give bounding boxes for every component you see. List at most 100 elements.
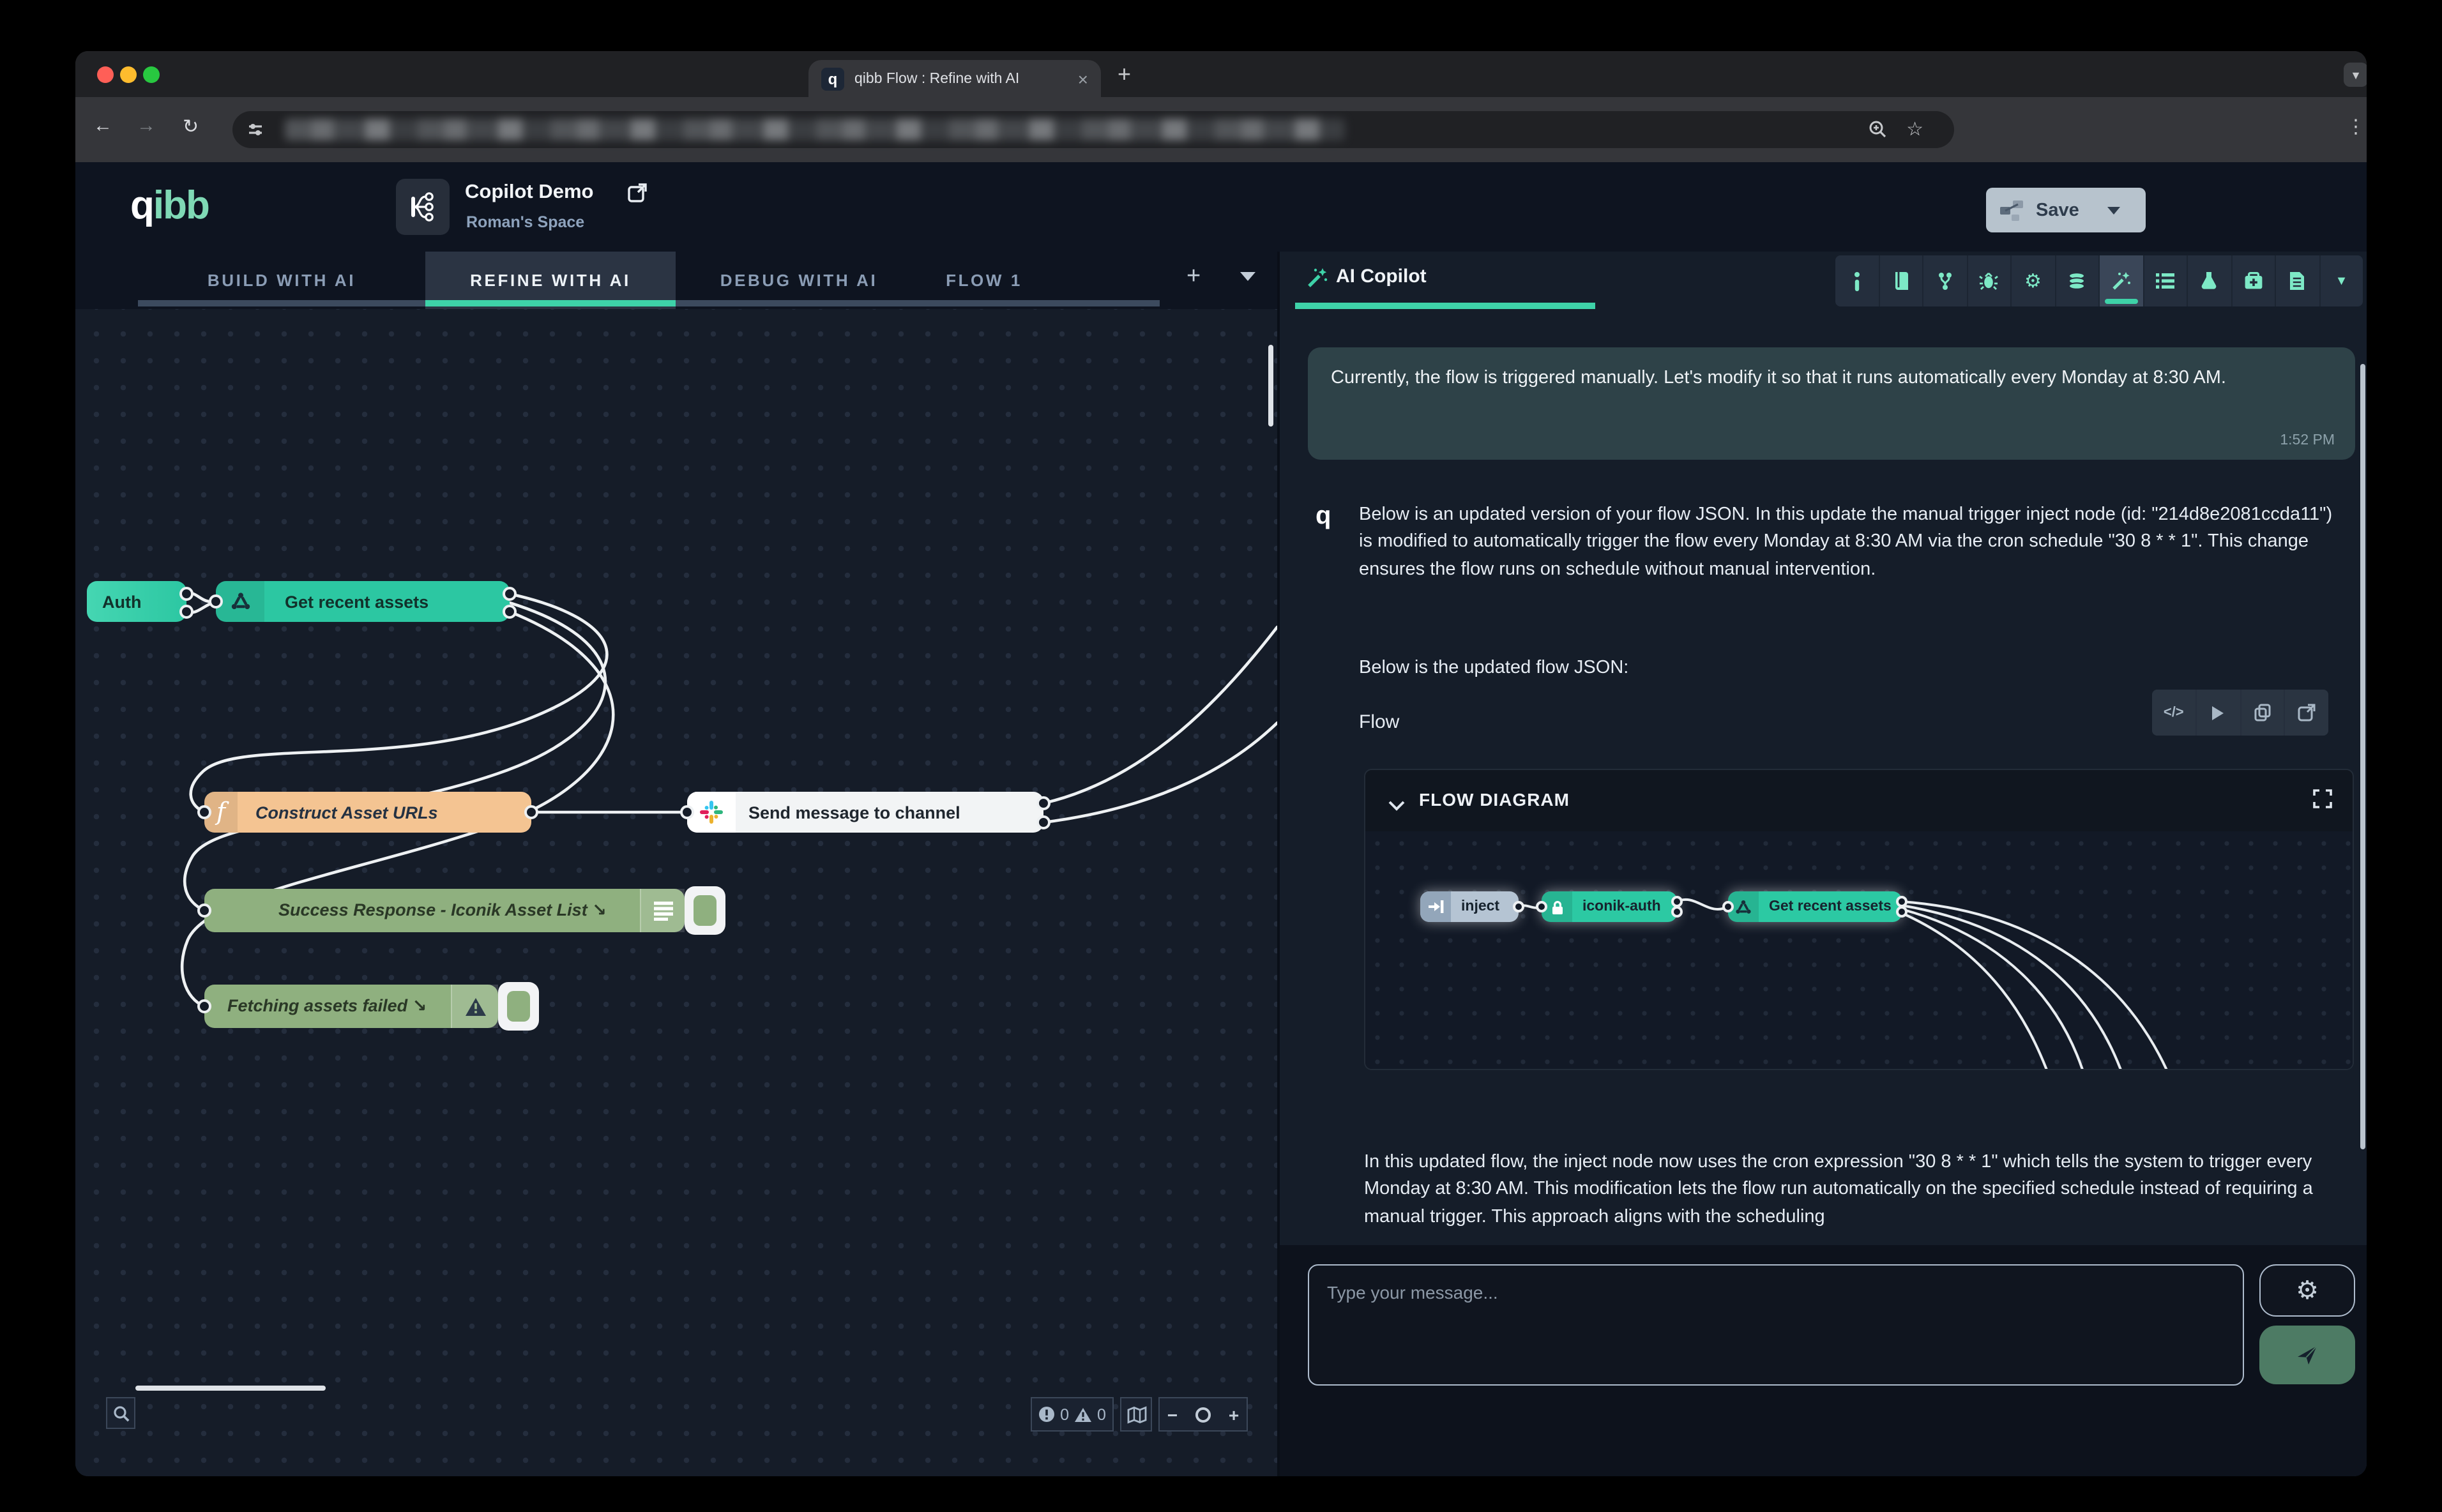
tab-title: qibb Flow : Refine with AI [854, 71, 1078, 86]
send-message-button[interactable] [2259, 1326, 2355, 1384]
browser-tab[interactable]: q qibb Flow : Refine with AI × [808, 60, 1101, 97]
tab-list-caret-icon[interactable] [1240, 272, 1255, 281]
list-icon [640, 889, 685, 932]
save-button[interactable]: Save [1986, 188, 2146, 232]
canvas-vertical-scrollbar[interactable] [1268, 345, 1273, 427]
new-tab-button[interactable]: + [1118, 61, 1131, 88]
tab-debug-with-ai[interactable]: DEBUG WITH AI [676, 252, 922, 309]
copy-button[interactable] [2241, 690, 2284, 736]
zoom-page-icon[interactable] [1867, 118, 1888, 140]
node-send-message-to-channel[interactable]: Send message to channel [687, 792, 1043, 833]
zoom-reset-button[interactable] [1190, 1407, 1216, 1422]
node-get-recent-assets[interactable]: Get recent assets [216, 581, 510, 622]
collapse-chevron-icon[interactable] [1388, 794, 1405, 817]
back-button[interactable]: ← [93, 115, 112, 137]
forward-button[interactable]: → [137, 115, 156, 137]
node-auth[interactable]: Auth [87, 581, 186, 622]
port[interactable] [1036, 815, 1050, 829]
open-flow-external-icon[interactable] [627, 183, 648, 209]
port[interactable] [209, 594, 223, 609]
diagram-node-inject[interactable]: inject [1420, 891, 1519, 922]
zoom-in-button[interactable]: + [1221, 1404, 1247, 1425]
map-icon [1126, 1405, 1146, 1423]
add-tab-button[interactable]: + [1187, 263, 1201, 291]
versions-tool-button[interactable] [1923, 255, 1966, 306]
qibb-logo[interactable]: qibb [130, 183, 209, 229]
zoom-window-button[interactable] [143, 66, 160, 83]
port[interactable] [680, 805, 694, 819]
error-warning-counts[interactable]: 0 0 [1031, 1397, 1114, 1432]
tab-build-with-ai[interactable]: BUILD WITH AI [138, 252, 425, 309]
ai-copilot-tool-button[interactable] [2100, 255, 2142, 306]
tune-icon[interactable] [248, 121, 264, 138]
open-external-button[interactable] [2286, 690, 2329, 736]
minimize-window-button[interactable] [120, 66, 137, 83]
play-icon [2211, 704, 2225, 721]
open-external-icon [2298, 704, 2316, 722]
layers-tool-button[interactable] [2056, 255, 2098, 306]
error-count: 0 [1060, 1405, 1069, 1423]
debug-tool-button[interactable] [1968, 255, 2010, 306]
diagram-node-iconik-auth[interactable]: iconik-auth [1542, 891, 1677, 922]
send-icon [2295, 1343, 2319, 1366]
browser-menu-icon[interactable]: ⋮ [2346, 115, 2365, 138]
canvas-search-button[interactable] [106, 1397, 135, 1429]
reload-button[interactable]: ↻ [183, 115, 199, 138]
panel-toolbar: ⚙ [1835, 255, 2363, 306]
info-tool-button[interactable] [1835, 255, 1878, 306]
assistant-paragraph-2: Below is the updated flow JSON: [1359, 655, 2345, 683]
debug-output-toggle[interactable] [498, 982, 539, 1031]
address-bar[interactable]: ☆ [232, 111, 1954, 148]
browser-window: q qibb Flow : Refine with AI × + ▼ ← → ↻ [75, 51, 2367, 1476]
flow-canvas[interactable]: Auth Get recent assets f Construct Asset… [75, 309, 1277, 1476]
node-fetching-assets-failed[interactable]: Fetching assets failed ↘ [204, 985, 498, 1028]
health-tool-button[interactable] [2232, 255, 2275, 306]
flow-diagram-header[interactable]: FLOW DIAGRAM [1365, 770, 2353, 831]
settings-tool-button[interactable]: ⚙ [2012, 255, 2054, 306]
view-code-button[interactable]: </> [2152, 690, 2196, 736]
user-message: Currently, the flow is triggered manuall… [1308, 347, 2355, 460]
port[interactable] [197, 999, 211, 1013]
run-flow-button[interactable] [2197, 690, 2240, 736]
zoom-reset-icon [1195, 1407, 1211, 1422]
ai-copilot-wand-icon [1305, 267, 1328, 296]
flow-diagram-preview[interactable]: inject iconik-auth Get rec [1365, 831, 2353, 1069]
node-success-response[interactable]: Success Response - Iconik Asset List ↘ [204, 889, 685, 932]
docs-tool-button[interactable] [1879, 255, 1922, 306]
report-tool-button[interactable] [2276, 255, 2319, 306]
canvas-horizontal-scrollbar[interactable] [135, 1386, 326, 1391]
chat-scrollbar[interactable] [2360, 364, 2365, 1149]
flow-diagram-title: FLOW DIAGRAM [1419, 789, 1570, 810]
minimap-button[interactable] [1120, 1397, 1152, 1432]
zoom-out-button[interactable]: − [1160, 1404, 1185, 1425]
panel-title: AI Copilot [1336, 266, 1427, 287]
port[interactable] [179, 587, 193, 601]
tab-search-chevron-icon[interactable]: ▼ [2344, 63, 2367, 87]
lab-tool-button[interactable] [2188, 255, 2231, 306]
port [1513, 901, 1524, 912]
node-construct-asset-urls[interactable]: f Construct Asset URLs [204, 792, 531, 833]
port[interactable] [1036, 796, 1050, 810]
port[interactable] [524, 805, 538, 819]
port[interactable] [503, 605, 517, 619]
port[interactable] [197, 903, 211, 918]
chat-settings-button[interactable]: ⚙ [2259, 1264, 2355, 1317]
port[interactable] [197, 805, 211, 819]
port[interactable] [503, 587, 517, 601]
close-tab-icon[interactable]: × [1078, 70, 1088, 87]
save-dropdown-caret-icon[interactable] [2107, 206, 2120, 214]
chat-message-input[interactable] [1308, 1264, 2244, 1386]
url-text-redacted [285, 119, 1345, 140]
qibb-favicon-icon: q [821, 67, 844, 90]
list-tool-button[interactable] [2144, 255, 2187, 306]
close-window-button[interactable] [97, 66, 114, 83]
fullscreen-icon[interactable] [2313, 789, 2332, 815]
attachment-label: Flow [1359, 711, 1399, 733]
diagram-node-get-recent-assets[interactable]: Get recent assets [1728, 891, 1902, 922]
inject-arrow-icon [1420, 891, 1451, 922]
port[interactable] [179, 605, 193, 619]
tab-flow-1[interactable]: FLOW 1 [922, 252, 1046, 309]
more-tools-chevron-icon[interactable]: ▼ [2320, 255, 2363, 306]
bookmark-star-icon[interactable]: ☆ [1906, 117, 1923, 140]
debug-output-toggle[interactable] [685, 886, 725, 935]
